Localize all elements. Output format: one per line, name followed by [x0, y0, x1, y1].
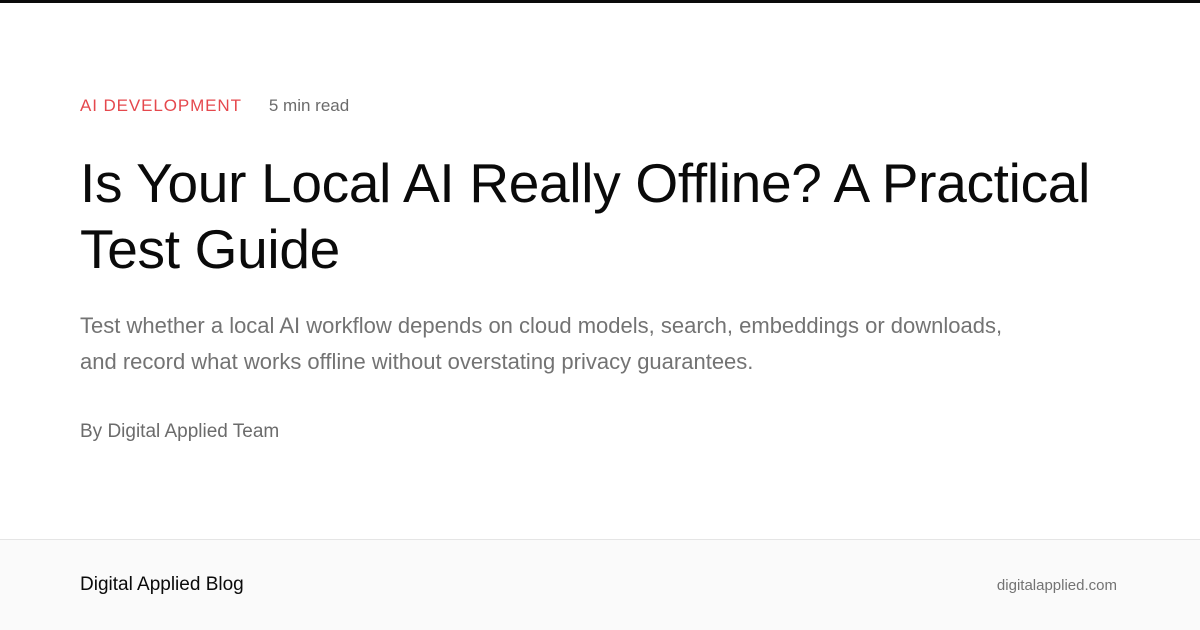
article-meta: AI DEVELOPMENT 5 min read — [80, 95, 349, 117]
article-description: Test whether a local AI workflow depends… — [80, 313, 1003, 374]
article-title: Is Your Local AI Really Offline? A Pract… — [80, 152, 1090, 280]
top-border — [0, 0, 1200, 3]
footer: Digital Applied Blog digitalapplied.com — [0, 539, 1200, 630]
footer-domain[interactable]: digitalapplied.com — [997, 576, 1117, 596]
author-byline: By Digital Applied Team — [80, 421, 280, 442]
read-time: 5 min read — [268, 96, 350, 115]
footer-brand[interactable]: Digital Applied Blog — [80, 573, 244, 597]
category-label[interactable]: AI DEVELOPMENT — [80, 95, 242, 117]
